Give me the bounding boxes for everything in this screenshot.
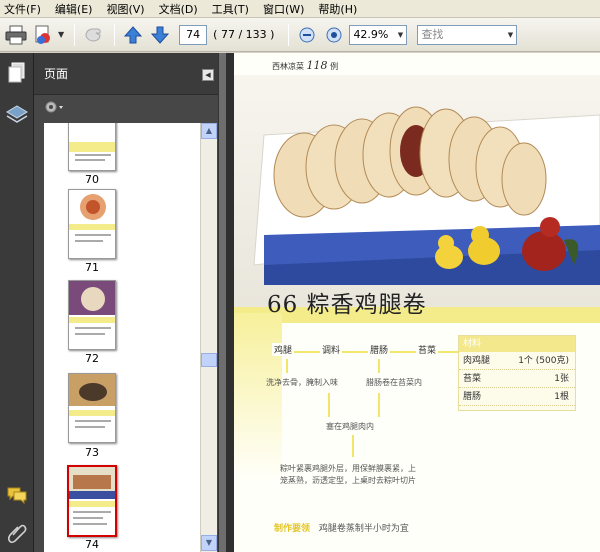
comments-icon[interactable] [5,483,29,507]
zoom-in-button[interactable] [322,23,346,47]
page-thumbnail[interactable] [68,280,116,350]
thumbnail-scrollbar[interactable]: ▲ ▼ [200,123,217,552]
step-seasoning: 调料 [320,343,343,356]
step-text-marinate: 洗净去骨，腌制入味 [266,378,338,387]
ingredient-qty: 1个 (500克) [518,356,569,366]
header-text: 西林凉菜 [272,62,304,71]
tip-tag: 制作要领 [274,524,311,534]
thumbnail-label: 71 [85,261,99,274]
page-thumbnail[interactable] [68,373,116,443]
ingredient-name: 肉鸡腿 [463,356,491,366]
thumbnail-label: 70 [85,173,99,186]
menu-file[interactable]: 文件(F) [4,1,41,17]
chevron-down-icon[interactable]: ▼ [504,26,516,44]
page-thumbnail[interactable] [68,123,116,171]
collapse-panel-button[interactable]: ◀ [202,69,214,81]
step-seaweed: 苔菜 [416,343,439,356]
pages-icon[interactable] [5,61,29,85]
ingredient-row: 苔菜 1张 [459,370,575,388]
print-button[interactable] [4,23,28,47]
step-chicken-leg: 鸡腿 [272,343,295,356]
page-count-label: ( 77 / 133 ) [213,28,275,41]
scroll-down-button[interactable]: ▼ [201,535,217,551]
panel-header: 页面 [34,53,218,95]
dish-title: 66 粽香鸡腿卷 [267,292,427,318]
step-text-stuff: 塞在鸡腿肉内 [326,422,374,431]
create-dropdown-caret[interactable]: ▼ [58,30,64,39]
toolbar-separator [114,23,116,46]
ingredient-name: 腊肠 [463,392,482,402]
thumbnail-label: 72 [85,352,99,365]
arrow-down-icon [151,26,170,44]
menu-edit[interactable]: 编辑(E) [55,1,93,17]
thumbnail-list: 70 71 72 73 74 [44,123,204,552]
menu-help[interactable]: 帮助(H) [318,1,357,17]
hand-disabled-icon [85,28,101,42]
page-thumbnail[interactable] [68,189,116,259]
document-page: 西林凉菜 118 例 66 粽香鸡腿卷 鸡腿 调料 腊肠 苔菜 洗净去骨，腌制入… [234,53,600,552]
scroll-up-button[interactable]: ▲ [201,123,217,139]
scrollbar-thumb[interactable] [201,353,217,367]
thumbnail-label: 73 [85,446,99,459]
page-thumbnails-panel: 页面 ◀ 70 71 72 73 74 [34,53,218,552]
collaborate-button[interactable] [81,23,105,47]
gear-icon[interactable] [44,100,66,114]
step-sausage: 腊肠 [368,343,391,356]
layers-icon[interactable] [5,103,29,127]
ingredient-row: 肉鸡腿 1个 (500克) [459,352,575,370]
menu-view[interactable]: 视图(V) [106,1,144,17]
zoom-out-button[interactable] [295,23,319,47]
dish-photo [234,75,600,307]
zoom-out-icon [299,27,315,42]
page-number-input[interactable]: 74 [179,24,208,45]
search-input[interactable]: 查找 ▼ [417,24,518,45]
arrow-up-icon [124,25,143,43]
menu-document[interactable]: 文档(D) [159,1,198,17]
ingredients-box: 材料 肉鸡腿 1个 (500克) 苔菜 1张 腊肠 1根 [458,335,576,411]
flow-connector [328,393,330,417]
search-placeholder: 查找 [421,27,444,41]
step-text-wrap-2: 笼蒸熟，沥透定型，上桌时去粽叶切片 [280,476,416,485]
tip-text: 鸡腿卷蒸制半小时为宜 [318,524,409,534]
zoom-select[interactable]: 42.9% ▼ [349,24,408,45]
cooking-tip: 制作要领 鸡腿卷蒸制半小时为宜 [274,521,409,534]
create-pdf-button[interactable] [31,23,55,47]
previous-page-button[interactable] [121,23,145,47]
step-text-roll-sausage: 腊肠卷在苔菜内 [366,378,422,387]
page-thumbnail-selected[interactable] [67,465,117,537]
ingredients-heading: 材料 [459,336,575,352]
attachment-icon[interactable] [5,521,29,545]
menu-window[interactable]: 窗口(W) [263,1,304,17]
ingredient-row: 腊肠 1根 [459,388,575,406]
ingredient-qty: 1张 [554,374,569,384]
header-number: 118 [306,59,328,72]
zoom-in-icon [326,27,342,42]
panel-title: 页面 [44,67,69,81]
flow-connector [286,359,288,373]
chevron-down-icon[interactable]: ▼ [394,26,406,44]
flow-connector [352,435,354,457]
toolbar-separator [288,23,290,46]
ingredient-qty: 1根 [554,392,569,402]
panel-splitter[interactable] [218,53,226,552]
toolbar-separator [74,23,76,46]
menu-bar: 文件(F) 编辑(E) 视图(V) 文档(D) 工具(T) 窗口(W) 帮助(H… [0,0,600,18]
step-text-wrap-1: 粽叶紧裹鸡腿外层，用保鲜膜裹紧，上 [280,464,416,473]
flow-connector [378,393,380,417]
navigation-rail [0,53,34,552]
page-header: 西林凉菜 118 例 [272,59,338,72]
ingredient-name: 苔菜 [463,374,482,384]
thumbnail-label: 74 [85,538,99,551]
flow-connector [378,359,380,373]
printer-icon [5,25,27,44]
thumbnail-options-bar [34,95,218,119]
next-page-button[interactable] [148,23,172,47]
header-suffix: 例 [330,62,339,71]
menu-tools[interactable]: 工具(T) [212,1,249,17]
document-view[interactable]: 西林凉菜 118 例 66 粽香鸡腿卷 鸡腿 调料 腊肠 苔菜 洗净去骨，腌制入… [226,53,600,552]
document-color-icon [35,25,50,44]
zoom-value: 42.9% [353,27,389,41]
toolbar: ▼ 74 ( 77 / 133 ) 42.9% ▼ 查找 ▼ [0,18,600,52]
